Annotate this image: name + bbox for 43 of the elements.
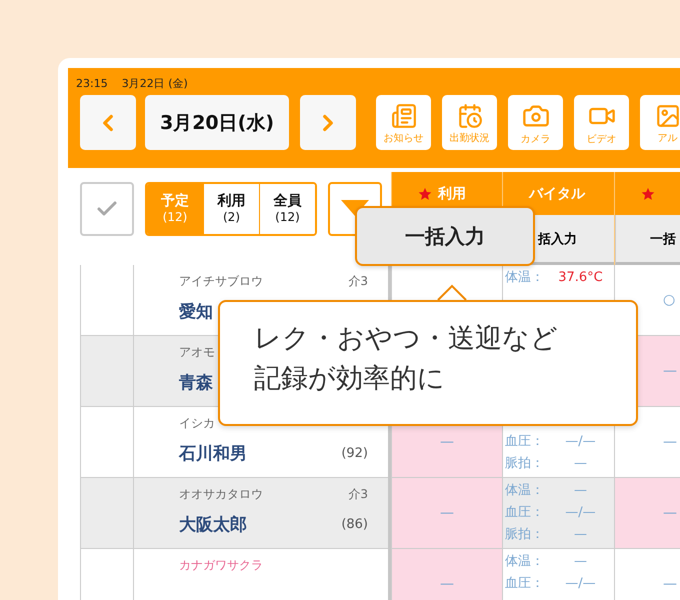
vital-label: 体温： bbox=[505, 553, 545, 571]
vital-value: —/— bbox=[564, 433, 597, 451]
vital-value: — bbox=[573, 482, 588, 500]
record-value: — bbox=[663, 576, 677, 592]
care-level: 介3 bbox=[348, 273, 368, 290]
record-value: — bbox=[663, 434, 677, 450]
resident-name: 愛知 bbox=[179, 301, 213, 323]
vital-label: 血圧： bbox=[505, 504, 545, 522]
vital-value: — bbox=[573, 553, 588, 571]
resident-age: (86) bbox=[341, 517, 368, 532]
column-title: 利用 bbox=[438, 184, 466, 202]
vital-label: 脈拍： bbox=[505, 455, 545, 473]
resident-name: 青森 bbox=[179, 372, 213, 394]
record-value: — bbox=[440, 505, 454, 521]
resident-name: 石川和男 bbox=[179, 443, 247, 465]
care-level: 介3 bbox=[347, 486, 368, 503]
name-kana: オオサカタロウ bbox=[179, 486, 264, 503]
name-kana: アイチサブロウ bbox=[179, 273, 264, 290]
record-value: — bbox=[440, 434, 454, 450]
vital-label: 脈拍： bbox=[505, 526, 545, 544]
vital-value: — bbox=[573, 455, 588, 473]
vital-label: 体温： bbox=[505, 269, 545, 287]
vital-value: —/— bbox=[564, 575, 597, 593]
column-title: バイタル bbox=[529, 184, 585, 202]
name-kana: イシカ bbox=[179, 415, 216, 432]
vital-label: 血圧： bbox=[505, 575, 545, 593]
vital-value: — bbox=[573, 526, 588, 544]
clock-time: 23:15 bbox=[76, 77, 108, 90]
record-value: ○ bbox=[663, 292, 676, 308]
vital-value: —/— bbox=[564, 504, 597, 522]
name-kana: アオモ bbox=[179, 344, 216, 361]
name-kana: カナガワサクラ bbox=[179, 557, 264, 574]
vital-label: 体温： bbox=[505, 482, 545, 500]
vital-value: 37.6°C bbox=[557, 269, 604, 287]
record-value: — bbox=[663, 363, 677, 379]
bulk-input-tooltip: 一括入力 bbox=[355, 206, 535, 266]
tooltip-text: 記録が効率的に bbox=[254, 362, 445, 396]
resident-age: (92) bbox=[341, 446, 368, 461]
record-value: — bbox=[663, 505, 677, 521]
resident-name: 大阪太郎 bbox=[179, 514, 247, 536]
record-value: — bbox=[440, 576, 454, 592]
vital-label: 血圧： bbox=[505, 433, 545, 451]
today-date: 3月22日 (金) bbox=[122, 76, 188, 91]
